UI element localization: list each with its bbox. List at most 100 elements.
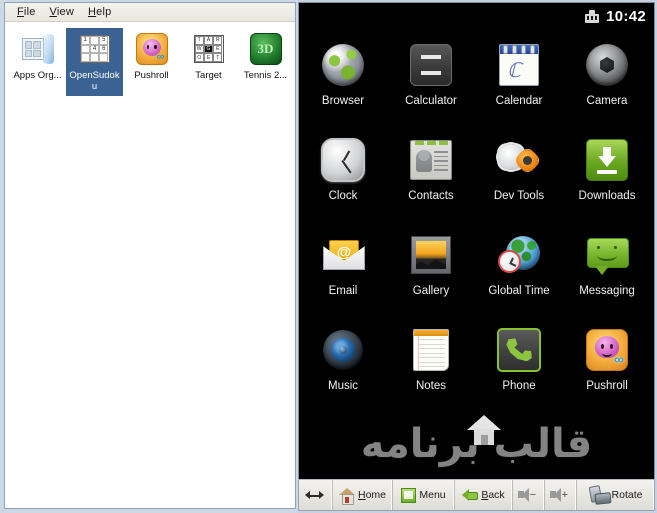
sudoku-cell: 4 [89,44,100,54]
target-cell: A [203,36,214,45]
volume-down-icon: − [518,488,536,502]
pushroll-icon: ∞ [134,31,170,67]
menu-icon [401,487,417,503]
notes-icon [408,327,454,373]
app-contacts[interactable]: Contacts [387,131,475,226]
target-cell: T [194,36,204,45]
email-icon: @ [320,232,366,278]
emulator-toolbar: HHomeome Menu Back − + Rotate [298,479,655,511]
target-icon: T A R W G E O E T [191,31,227,67]
app-label: Calendar [495,95,543,107]
back-label: Back [481,489,505,501]
desktop-icon-label: Tennis 2... [243,70,288,81]
app-camera[interactable]: Camera [563,36,651,131]
tennis-icon-glyph: 3D [249,33,282,65]
target-cell: R [213,36,223,45]
app-calculator[interactable]: Calculator [387,36,475,131]
menu-file[interactable]: File [11,5,44,19]
app-messaging[interactable]: Messaging [563,226,651,321]
app-gallery[interactable]: Gallery [387,226,475,321]
app-global-time[interactable]: Global Time [475,226,563,321]
desktop-icon-tennis[interactable]: 3D Tennis 2... [237,28,294,96]
phone-icon [496,327,542,373]
app-notes[interactable]: Notes [387,321,475,416]
calculator-icon [408,42,454,88]
camera-icon [584,42,630,88]
volume-up-button[interactable]: + [545,480,577,510]
watermark-text: قالب برنامه [360,421,593,467]
app-row: @ Email Gallery Global Time Messaging [299,226,654,321]
app-dev-tools[interactable]: Dev Tools [475,131,563,226]
app-drawer-grid: Browser Calculator ℂ Calendar Camera Clo… [299,30,654,416]
desktop-icon-pushroll[interactable]: ∞ Pushroll [123,28,180,96]
app-row: Clock Contacts Dev Tools Downloads [299,131,654,226]
volume-up-icon: + [550,488,568,502]
target-cell: E [213,44,223,54]
sudoku-cell [80,44,90,54]
file-manager-pane: File View Help Apps Org... 1 5 4 6 OpenS… [0,0,298,513]
sudoku-cell: 1 [80,36,90,45]
app-label: Notes [415,380,447,392]
menu-button[interactable]: Menu [393,480,455,510]
rotate-button[interactable]: Rotate [577,480,654,510]
sudoku-cell: 6 [99,44,109,54]
back-arrow-icon [462,488,479,502]
app-music[interactable]: Music [299,321,387,416]
app-downloads[interactable]: Downloads [563,131,651,226]
desktop-icon-opensudoku[interactable]: 1 5 4 6 OpenSudoku [66,28,123,96]
app-clock[interactable]: Clock [299,131,387,226]
desktop-icon-label: Target [195,70,222,81]
menu-view-accel: V [49,6,57,18]
app-label: Gallery [412,285,450,297]
house-icon [467,415,501,445]
app-label: Email [328,285,358,297]
opensudoku-icon: 1 5 4 6 [77,31,113,67]
sudoku-cell [89,36,100,45]
sudoku-cell: 5 [99,36,109,45]
clock-icon [320,137,366,183]
home-button[interactable]: HHomeome [333,480,393,510]
app-pushroll[interactable]: ∞ Pushroll [563,321,651,416]
app-row: Browser Calculator ℂ Calendar Camera [299,36,654,131]
app-label: Global Time [488,285,550,297]
desktop-icon-target[interactable]: T A R W G E O E T Target [180,28,237,96]
target-cell: O [194,53,204,62]
resize-button[interactable] [299,480,333,510]
desktop-icon-label: Apps Org... [13,70,62,81]
gallery-icon [408,232,454,278]
tennis-icon: 3D [248,31,284,67]
volume-down-button[interactable]: − [513,480,545,510]
app-calendar[interactable]: ℂ Calendar [475,36,563,131]
app-label: Contacts [408,190,454,202]
sudoku-cell [99,53,109,62]
emulator-screen[interactable]: 10:42 Browser Calculator ℂ Calendar Came… [298,2,655,479]
app-browser[interactable]: Browser [299,36,387,131]
android-status-bar: 10:42 [299,3,654,30]
menu-view[interactable]: View [44,5,82,19]
resize-arrows-icon [304,490,324,500]
status-bar-clock: 10:42 [606,8,646,25]
back-button[interactable]: Back [455,480,513,510]
app-email[interactable]: @ Email [299,226,387,321]
app-label: Messaging [579,285,635,297]
menu-view-rest: iew [56,6,74,18]
dev-tools-icon [496,137,542,183]
menu-help-accel: H [87,6,97,18]
sudoku-cell [80,53,90,62]
target-cell: W [194,44,204,54]
downloads-icon [584,137,630,183]
desktop-icon-apps-organizer[interactable]: Apps Org... [9,28,66,96]
menu-label: Menu [419,489,446,501]
app-phone[interactable]: Phone [475,321,563,416]
app-row: Music Notes Phone ∞ Pushroll [299,321,654,416]
apps-organizer-icon [20,31,56,67]
app-label: Pushroll [586,380,628,392]
target-cell: T [213,53,223,62]
pushroll-icon: ∞ [584,327,630,373]
desktop-icon-area[interactable]: Apps Org... 1 5 4 6 OpenSudoku ∞ Pushrol… [5,22,295,508]
android-emulator-pane: 10:42 Browser Calculator ℂ Calendar Came… [298,0,657,513]
menu-help[interactable]: Help [82,5,119,19]
desktop-icon-label: Pushroll [134,70,169,81]
app-label: Dev Tools [493,190,545,202]
music-icon [320,327,366,373]
